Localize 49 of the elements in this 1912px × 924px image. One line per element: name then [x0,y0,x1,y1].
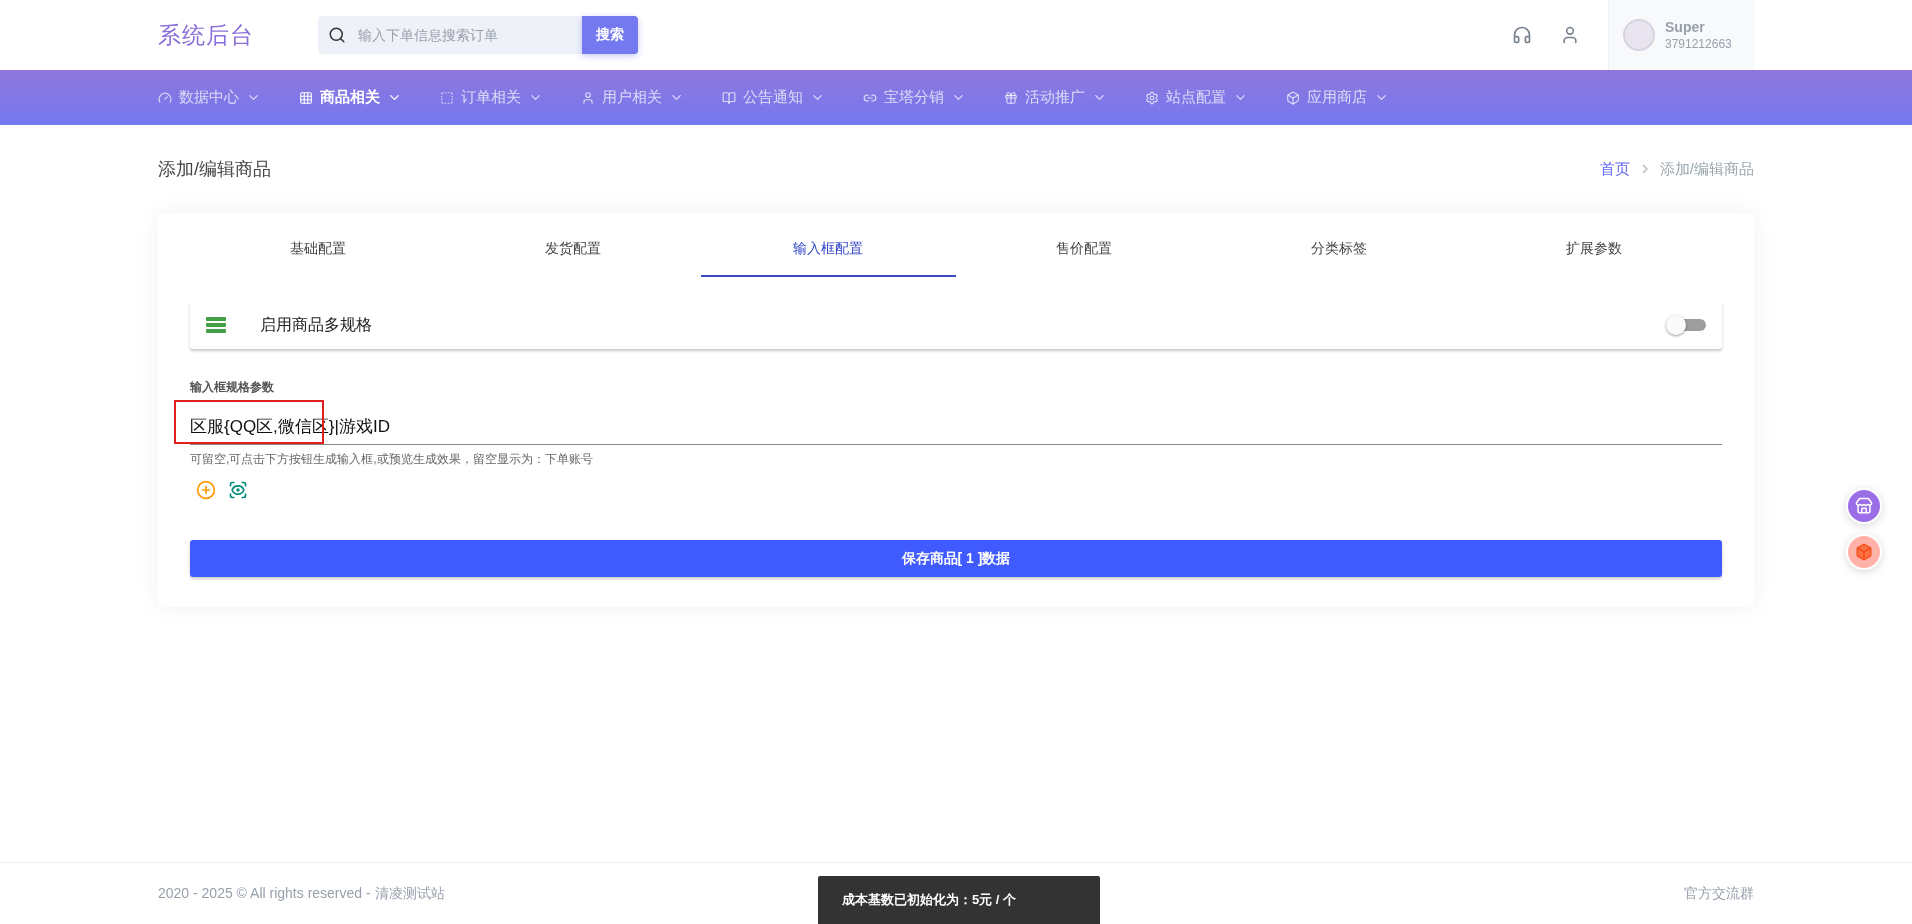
nav-item[interactable]: 应用商店 [1286,88,1389,107]
breadcrumb-link[interactable]: 首页 [1599,159,1630,179]
tab[interactable]: 发货配置 [445,223,701,277]
nav-item[interactable]: 商品相关 [299,88,402,107]
gift-icon [1004,90,1018,105]
headset-icon[interactable] [1512,25,1532,45]
search-icon [328,26,346,44]
book-icon [722,90,736,105]
page-title: 添加/编辑商品 [158,158,271,181]
logo-text: 系统后台 [158,20,255,50]
search-field[interactable]: 输入下单信息搜索订单 搜索 [318,16,638,54]
gauge-icon [158,90,172,105]
tab[interactable]: 基础配置 [190,223,446,277]
nav-item[interactable]: 宝塔分销 [863,88,966,107]
cube-icon[interactable] [1846,534,1882,570]
site-link[interactable]: 清凌测试站 [374,884,445,901]
grid-icon [299,90,313,105]
spec-label: 启用商品多规格 [260,314,373,335]
list-icon [206,317,226,333]
nav-item[interactable]: 数据中心 [158,88,261,107]
toggle-switch[interactable] [1666,315,1706,335]
nav-item[interactable]: 活动推广 [1004,88,1107,107]
nav-item[interactable]: 站点配置 [1145,88,1248,107]
nav-item[interactable]: 订单相关 [440,88,543,107]
tab[interactable]: 扩展参数 [1466,223,1722,277]
nav-item[interactable]: 公告通知 [722,88,825,107]
tab[interactable]: 输入框配置 [700,223,956,277]
settings-icon [1145,90,1159,105]
user-id: 3791212663 [1665,37,1732,51]
save-button[interactable]: 保存商品[ 1 ]数据 [190,540,1722,577]
copyright-text: 2020 - 2025 © All rights reserved - 清凌测试站 [158,884,445,903]
square-icon [440,90,454,105]
group-link[interactable]: 官方交流群 [1684,884,1754,903]
user-icon [581,90,595,105]
store-icon[interactable] [1846,488,1882,524]
tab[interactable]: 售价配置 [956,223,1212,277]
add-icon[interactable] [196,480,216,500]
field-label: 输入框规格参数 [190,379,275,396]
cube-icon [1286,90,1300,105]
user-name: Super [1665,19,1706,35]
chevron-right-icon [1641,164,1648,174]
breadcrumb-link[interactable]: 添加/编辑商品 [1659,159,1754,179]
field-hint: 可留空,可点击下方按钮生成输入框,或预览生成效果，留空显示为：下单账号 [190,451,594,468]
search-button[interactable]: 搜索 [582,16,638,54]
tab[interactable]: 分类标签 [1211,223,1467,277]
nav-item[interactable]: 用户相关 [581,88,684,107]
toast: 成本基数已初始化为：5元 / 个 [818,876,1100,924]
user-icon[interactable] [1560,25,1580,45]
preview-icon[interactable] [228,480,248,500]
